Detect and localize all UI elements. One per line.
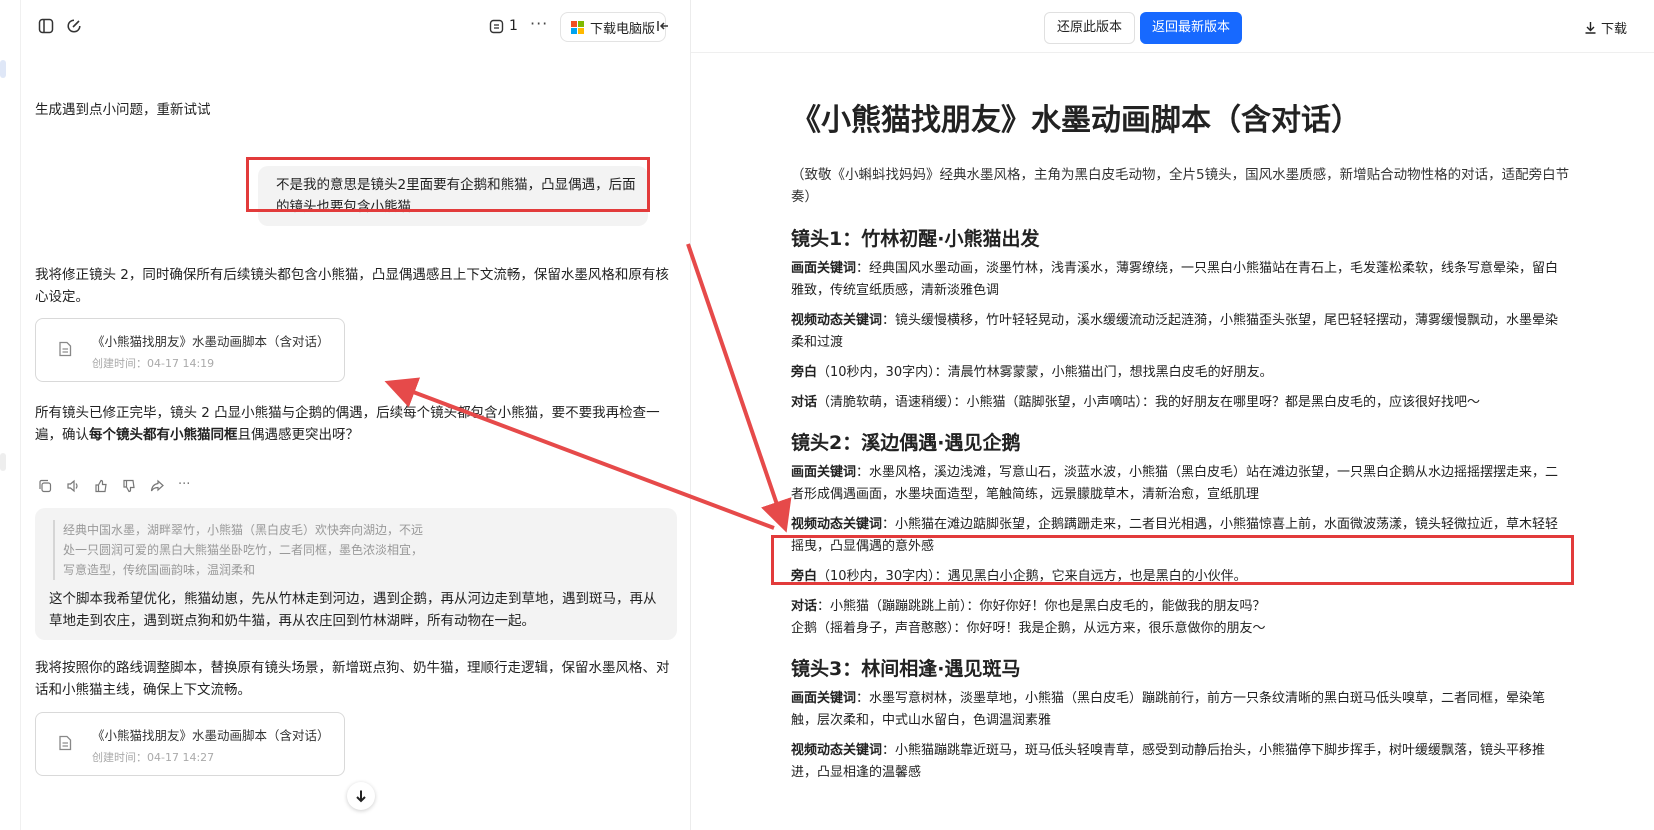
ai-reply-message: 所有镜头已修正完毕，镜头 2 凸显小熊猫与企鹅的偶遇，后续每个镜头都包含小熊猫，… [35,402,675,446]
rail-indicator[interactable] [0,453,6,471]
windows-logo-icon [571,20,584,34]
chat-panel: 1 ··· 下载电脑版 生成遇到点小问题，重新试试 不是我的意思是镜头2里面要有… [0,0,691,830]
field-value: （10秒内，30字内）：清晨竹林雾蒙蒙，小熊猫出门，想找黑白皮毛的好朋友。 [817,365,1273,380]
quoted-text: 经典中国水墨，湖畔翠竹，小熊猫（黑白皮毛）欢快奔向湖边，不远 处一只圆润可爱的黑… [53,520,423,580]
shot-visual-keywords: 画面关键词：水墨写意树林，淡墨草地，小熊猫（黑白皮毛）蹦跳前行，前方一只条纹清晰… [791,688,1571,732]
field-label: 视频动态关键词 [791,743,883,758]
sidebar-toggle-icon[interactable] [38,18,54,34]
rail-indicator[interactable] [0,60,6,78]
shot-dialog: 对话：小熊猫（蹦蹦跳跳上前）：你好你好！你也是黑白皮毛的，能做我的朋友吗？ [791,596,1571,618]
document-card-title: 《小熊猫找朋友》水墨动画脚本（含对话） [92,334,330,349]
field-label: 画面关键词 [791,691,857,706]
restore-version-button[interactable]: 还原此版本 [1044,12,1136,44]
user-message-text: 这个脚本我希望优化，熊猫幼崽，先从竹林走到河边，遇到企鹅，再从河边走到草地，遇到… [49,591,657,629]
field-value: （清脆软萌，语速稍缓）：小熊猫（踮脚张望，小声嘀咕）：我的好朋友在哪里呀？都是黑… [817,395,1481,410]
ai-error-message: 生成遇到点小问题，重新试试 [35,102,211,118]
document-title: 《小熊猫找朋友》水墨动画脚本（含对话） [791,103,1361,138]
field-label: 对话 [791,395,818,410]
document-preview-panel: 还原此版本 返回最新版本 下载 《小熊猫找朋友》水墨动画脚本（含对话） （致敬《… [691,0,1654,830]
message-counter[interactable]: 1 [489,18,518,34]
field-label: 画面关键词 [791,261,857,276]
document-card[interactable]: 《小熊猫找朋友》水墨动画脚本（含对话） 创建时间：04-17 14:27 [35,712,345,776]
document-icon [58,341,72,361]
more-options-icon[interactable]: ··· [530,14,548,33]
annotation-highlight-box [246,157,650,212]
field-label: 画面关键词 [791,465,857,480]
shot-dialog: 对话（清脆软萌，语速稍缓）：小熊猫（踮脚张望，小声嘀咕）：我的好朋友在哪里呀？都… [791,392,1571,414]
document-card[interactable]: 《小熊猫找朋友》水墨动画脚本（含对话） 创建时间：04-17 14:19 [35,318,345,382]
document-card-title: 《小熊猫找朋友》水墨动画脚本（含对话） [92,728,330,743]
shot-narration: 旁白（10秒内，30字内）：清晨竹林雾蒙蒙，小熊猫出门，想找黑白皮毛的好朋友。 [791,362,1571,384]
reply-text: 且偶遇感更突出呀？ [237,427,360,443]
preview-toolbar: 还原此版本 返回最新版本 下载 [691,0,1654,53]
field-value: ：水墨写意树林，淡墨草地，小熊猫（黑白皮毛）蹦跳前行，前方一只条纹清晰的黑白斑马… [791,691,1546,728]
new-chat-icon[interactable] [66,18,82,34]
download-button[interactable]: 下载 [1584,18,1627,37]
reply-bold-text: 每个镜头都有小熊猫同框 [89,427,238,443]
download-label: 下载 [1601,22,1628,37]
collapse-panel-icon[interactable] [656,19,670,33]
ai-reply-message: 我将按照你的路线调整脚本，替换原有镜头场景，新增斑点狗、奶牛猫，理顺行走逻辑，保… [35,660,670,698]
shot-dialog-line: 企鹅（摇着身子，声音憨憨）：你好呀！我是企鹅，从远方来，很乐意做你的朋友～ [791,621,1266,636]
document-intro: （致敬《小蝌蚪找妈妈》经典水墨风格，主角为黑白皮毛动物，全片5镜头，国风水墨质感… [791,167,1570,205]
chat-bubble-icon [489,19,504,33]
thumbs-down-icon[interactable] [122,478,136,497]
shot-visual-keywords: 画面关键词：水墨风格，溪边浅滩，写意山石，淡蓝水波，小熊猫（黑白皮毛）站在滩边张… [791,462,1571,506]
thumbs-up-icon[interactable] [94,478,108,497]
ai-reply-message: 我将修正镜头 2，同时确保所有后续镜头都包含小熊猫，凸显偶遇感且上下文流畅，保留… [35,267,669,305]
download-desktop-label: 下载电脑版 [590,21,656,37]
shot-visual-keywords: 画面关键词：经典国风水墨动画，淡墨竹林，浅青溪水，薄雾缭绕，一只黑白小熊猫站在青… [791,258,1571,302]
share-icon[interactable] [150,478,164,497]
field-value: ：经典国风水墨动画，淡墨竹林，浅青溪水，薄雾缭绕，一只黑白小熊猫站在青石上，毛发… [791,261,1559,298]
shot-motion-keywords: 视频动态关键词：小熊猫蹦跳靠近斑马，斑马低头轻嗅青草，感受到动静后抬头，小熊猫停… [791,740,1571,784]
document-icon [58,735,72,755]
scroll-down-button[interactable] [347,782,375,810]
quote-line: 处一只圆润可爱的黑白大熊猫坐卧吃竹，二者同框，墨色浓淡相宜， [63,543,424,557]
counter-value: 1 [509,18,518,34]
field-value: ：小熊猫（蹦蹦跳跳上前）：你好你好！你也是黑白皮毛的，能做我的朋友吗？ [817,599,1266,614]
more-actions-icon[interactable]: ··· [178,478,190,497]
download-icon [1585,22,1596,34]
shot-heading: 镜头1：竹林初醒·小熊猫出发 [791,228,1040,250]
message-actions: ··· [38,478,190,497]
field-label: 对话 [791,599,818,614]
field-label: 视频动态关键词 [791,313,883,328]
user-message-with-quote: 经典中国水墨，湖畔翠竹，小熊猫（黑白皮毛）欢快奔向湖边，不远 处一只圆润可爱的黑… [35,508,677,640]
annotation-highlight-box [771,535,1574,585]
shot-motion-keywords: 视频动态关键词：镜头缓慢横移，竹叶轻轻晃动，溪水缓缓流动泛起涟漪，小熊猫歪头张望… [791,310,1571,354]
document-card-time: 创建时间：04-17 14:19 [92,357,215,370]
left-edge-rail [0,0,21,830]
document-content: 《小熊猫找朋友》水墨动画脚本（含对话） （致敬《小蝌蚪找妈妈》经典水墨风格，主角… [791,98,1571,784]
field-label: 旁白 [791,365,818,380]
quote-line: 写意造型，传统国画韵味，温润柔和 [63,563,256,577]
field-value: ：水墨风格，溪边浅滩，写意山石，淡蓝水波，小熊猫（黑白皮毛）站在滩边张望，一只黑… [791,465,1559,502]
quote-line: 经典中国水墨，湖畔翠竹，小熊猫（黑白皮毛）欢快奔向湖边，不远 [63,523,424,537]
copy-icon[interactable] [38,478,52,497]
shot-heading: 镜头3：林间相逢·遇见斑马 [791,658,1021,680]
arrow-down-icon [356,790,366,803]
download-desktop-button[interactable]: 下载电脑版 [560,12,667,42]
field-label: 视频动态关键词 [791,517,883,532]
chat-toolbar: 1 ··· 下载电脑版 [20,0,690,52]
field-value: ：小熊猫蹦跳靠近斑马，斑马低头轻嗅青草，感受到动静后抬头，小熊猫停下脚步挥手，树… [791,743,1546,780]
document-card-time: 创建时间：04-17 14:27 [92,751,215,764]
field-value: ：镜头缓慢横移，竹叶轻轻晃动，溪水缓缓流动泛起涟漪，小熊猫歪头张望，尾巴轻轻摆动… [791,313,1559,350]
speaker-icon[interactable] [66,478,80,497]
back-to-latest-button[interactable]: 返回最新版本 [1140,12,1243,44]
shot-heading: 镜头2：溪边偶遇·遇见企鹅 [791,432,1021,454]
